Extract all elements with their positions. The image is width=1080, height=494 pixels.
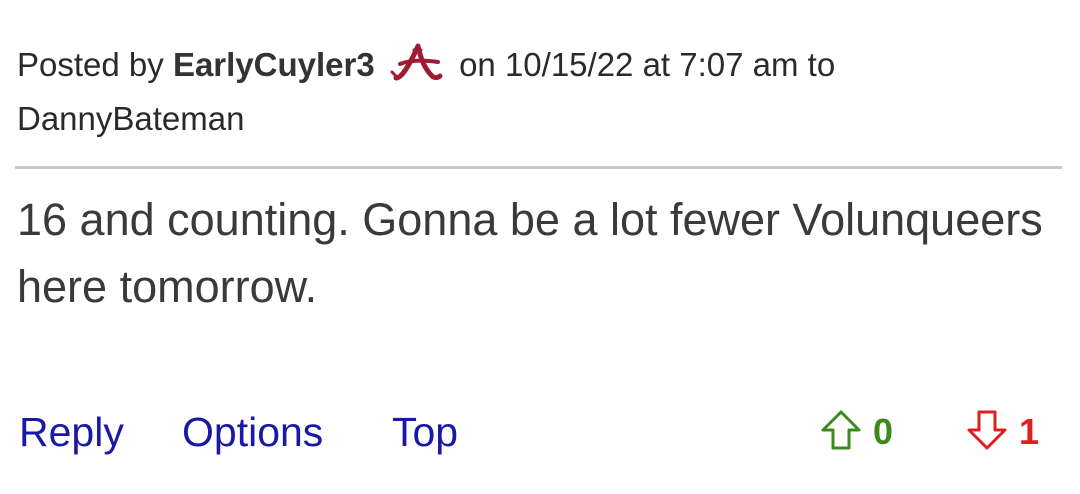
options-button[interactable]: Options [182,404,323,460]
posted-by-label: Posted by [17,46,164,83]
down-arrow-icon [965,408,1009,457]
upvote-button[interactable]: 0 [819,410,893,454]
post-body: 16 and counting. Gonna be a lot fewer Vo… [17,194,1043,312]
forum-post: Posted by EarlyCuyler3 on 10/15/22 at 7:… [0,0,1080,494]
downvote-button[interactable]: 1 [965,410,1039,454]
header-divider [15,166,1062,169]
reply-to-user[interactable]: DannyBateman [17,100,244,137]
up-arrow-icon [819,408,863,457]
downvote-count: 1 [1019,411,1040,452]
reply-button[interactable]: Reply [19,404,124,460]
author-name[interactable]: EarlyCuyler3 [173,46,375,83]
post-footer: Reply Options Top 0 1 [17,404,1062,464]
post-date-text: on 10/15/22 at 7:07 am to [459,46,836,83]
post-header: Posted by EarlyCuyler3 on 10/15/22 at 7:… [17,38,1057,146]
top-button[interactable]: Top [392,404,458,460]
upvote-count: 0 [873,411,894,452]
alabama-a-logo-icon [390,42,446,82]
